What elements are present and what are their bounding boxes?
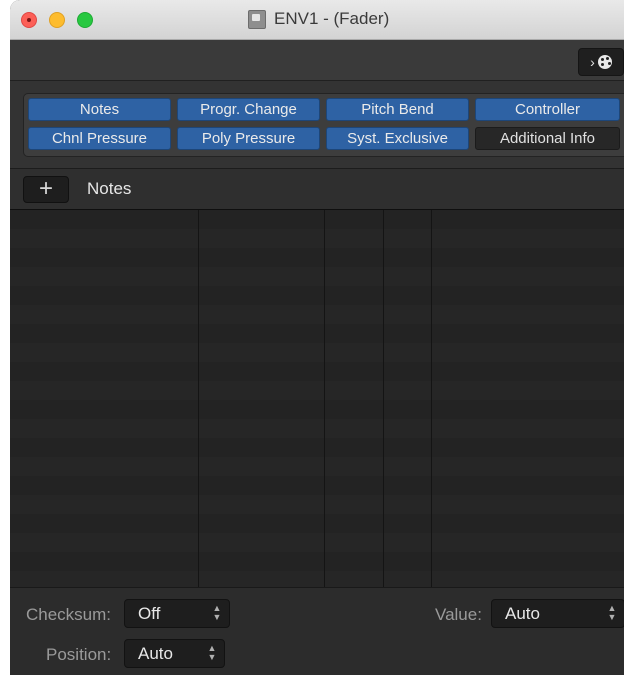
value-value: Auto — [505, 604, 540, 623]
title-bar[interactable]: ENV1 - (Fader) — [10, 0, 624, 40]
document-icon — [248, 9, 266, 29]
event-list[interactable] — [10, 210, 624, 587]
up-down-arrows-icon: ▲ ▼ — [207, 643, 217, 662]
column-divider — [431, 210, 432, 587]
filter-poly-pressure-button[interactable]: Poly Pressure — [177, 127, 320, 150]
column-divider — [324, 210, 325, 587]
toolbar: › — [10, 40, 624, 81]
list-header-row: + Notes — [10, 169, 624, 210]
up-down-arrows-icon: ▲ ▼ — [212, 603, 222, 622]
view-options-button[interactable]: › — [578, 48, 624, 76]
position-popup[interactable]: Auto ▲ ▼ — [124, 639, 225, 668]
value-label: Value: — [435, 605, 482, 624]
sysex-inspector: Checksum: Off ▲ ▼ Value: Auto ▲ ▼ Position… — [10, 587, 624, 675]
filter-channel-pressure-button[interactable]: Chnl Pressure — [28, 127, 171, 150]
checksum-popup[interactable]: Off ▲ ▼ — [124, 599, 230, 628]
chevron-right-icon: › — [590, 54, 595, 70]
minimize-button[interactable] — [49, 12, 65, 28]
event-filter-panel: Notes Progr. Change Pitch Bend Controlle… — [10, 81, 624, 169]
filter-additional-info-button[interactable]: Additional Info — [475, 127, 620, 150]
event-type-label: Notes — [87, 179, 132, 198]
column-divider — [383, 210, 384, 587]
position-value: Auto — [138, 644, 173, 663]
up-down-arrows-icon: ▲ ▼ — [607, 603, 617, 622]
plus-icon: + — [38, 175, 53, 202]
position-label: Position: — [46, 645, 112, 664]
close-button[interactable] — [21, 12, 37, 28]
window-title: ENV1 - (Fader) — [274, 9, 390, 28]
value-popup[interactable]: Auto ▲ ▼ — [491, 599, 624, 628]
filter-system-exclusive-button[interactable]: Syst. Exclusive — [326, 127, 469, 150]
filter-button-group: Notes Progr. Change Pitch Bend Controlle… — [23, 93, 624, 157]
filter-controller-button[interactable]: Controller — [475, 98, 620, 121]
checksum-label: Checksum: — [26, 605, 112, 624]
palette-icon — [597, 55, 612, 69]
filter-pitch-bend-button[interactable]: Pitch Bend — [326, 98, 469, 121]
zoom-button[interactable] — [77, 12, 93, 28]
filter-program-change-button[interactable]: Progr. Change — [177, 98, 320, 121]
event-list-window: ENV1 - (Fader) › Notes Progr. Change Pit… — [10, 0, 624, 675]
add-event-button[interactable]: + — [23, 176, 69, 203]
window-title-group: ENV1 - (Fader) — [248, 9, 389, 29]
filter-notes-button[interactable]: Notes — [28, 98, 171, 121]
column-divider — [198, 210, 199, 587]
checksum-value: Off — [138, 604, 161, 623]
